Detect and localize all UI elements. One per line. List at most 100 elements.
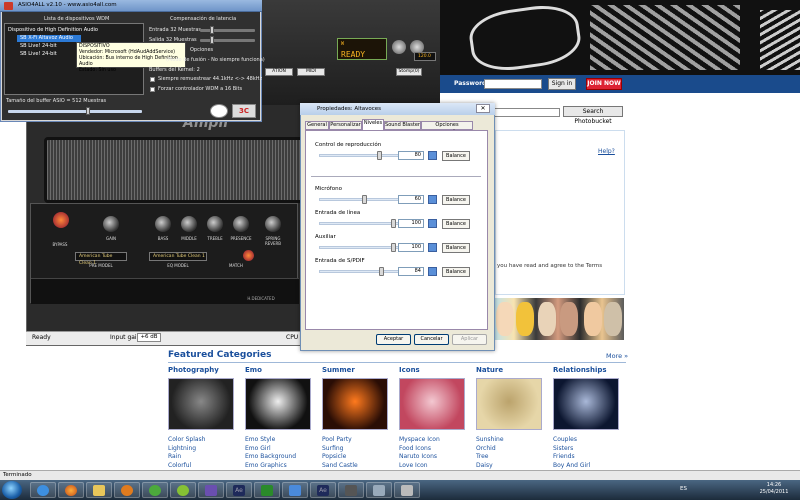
search-photobucket-button[interactable]: Search Photobucket	[563, 106, 623, 125]
category-link[interactable]: Sunshine	[476, 436, 548, 445]
category-link[interactable]: Rain	[168, 453, 240, 462]
balance-button[interactable]: Balance	[442, 151, 470, 161]
eq-model-display[interactable]: American Tube Clean 1	[149, 252, 207, 261]
device-item-4[interactable]: SB Live! 24-bit	[20, 51, 57, 57]
taskbar-window-icon[interactable]	[366, 482, 392, 498]
start-button-icon[interactable]	[2, 481, 22, 499]
taskbar-sound-icon[interactable]	[394, 482, 420, 498]
stomp-button[interactable]: Stomp(0)	[396, 68, 422, 76]
volume-slider-thumb[interactable]	[379, 267, 384, 276]
tab-midi[interactable]: MIDI	[297, 68, 325, 76]
category-link[interactable]: Color Splash	[168, 436, 240, 445]
sign-in-button[interactable]: Sign in	[548, 78, 576, 90]
taskbar-firefox-icon[interactable]	[58, 482, 84, 498]
tab-opciones-avanzadas[interactable]: Opciones avanzadas	[421, 121, 473, 135]
aceptar-button[interactable]: Aceptar	[376, 334, 411, 345]
dialog-close-icon[interactable]: ✕	[476, 104, 490, 113]
cancelar-button[interactable]: Cancelar	[414, 334, 449, 345]
volume-value-field[interactable]: 80	[398, 151, 424, 160]
treble-knob[interactable]	[207, 216, 223, 232]
category-link[interactable]: Emo Graphics	[245, 462, 317, 471]
category-title[interactable]: Nature	[476, 366, 548, 375]
tab-personalizar[interactable]: Personalizar	[329, 121, 362, 130]
help-link[interactable]: Help?	[598, 148, 615, 155]
category-link[interactable]: Orchid	[476, 445, 548, 454]
speaker-icon[interactable]	[428, 195, 437, 204]
volume-slider-thumb[interactable]	[362, 195, 367, 204]
speaker-icon[interactable]	[428, 151, 437, 160]
force-wdm-checkbox[interactable]	[150, 87, 155, 92]
category-link[interactable]: Lightning	[168, 445, 240, 454]
taskbar-folder-icon[interactable]	[86, 482, 112, 498]
more-link[interactable]: More »	[606, 352, 628, 360]
category-title[interactable]: Emo	[245, 366, 317, 375]
salida-slider-thumb[interactable]	[210, 36, 214, 44]
category-link[interactable]: Myspace Icon	[399, 436, 471, 445]
category-link[interactable]: Boy And Girl	[553, 462, 625, 471]
category-thumbnail[interactable]	[245, 378, 311, 430]
gain-knob[interactable]	[103, 216, 119, 232]
balance-button[interactable]: Balance	[442, 195, 470, 205]
device-item-3[interactable]: SB Live! 24-bit	[20, 43, 57, 49]
balance-button[interactable]: Balance	[442, 267, 470, 277]
category-link[interactable]: Tree	[476, 453, 548, 462]
taskbar-ie-icon[interactable]	[30, 482, 56, 498]
category-link[interactable]: Sand Castle	[322, 462, 394, 471]
category-thumbnail[interactable]	[322, 378, 388, 430]
pre-model-display[interactable]: American Tube Clean 1	[75, 252, 127, 266]
middle-knob[interactable]	[181, 216, 197, 232]
taskbar-media-player-icon[interactable]	[114, 482, 140, 498]
taskbar-app-icon[interactable]	[198, 482, 224, 498]
system-clock[interactable]: 14:26 25/04/2011	[748, 482, 800, 498]
category-link[interactable]: Food Icons	[399, 445, 471, 454]
spring-reverb-knob[interactable]	[265, 216, 281, 232]
tab-ation[interactable]: ATION	[265, 68, 293, 76]
category-link[interactable]: Couples	[553, 436, 625, 445]
tab-sound-blaster[interactable]: Sound Blaster	[384, 121, 421, 130]
category-thumbnail[interactable]	[168, 378, 234, 430]
category-link[interactable]: Love Icon	[399, 462, 471, 471]
category-link[interactable]: Emo Style	[245, 436, 317, 445]
category-link[interactable]: Emo Background	[245, 453, 317, 462]
speaker-icon[interactable]	[428, 267, 437, 276]
asio-settings-icon[interactable]	[210, 104, 228, 118]
category-thumbnail[interactable]	[553, 378, 619, 430]
bass-knob[interactable]	[155, 216, 171, 232]
category-link[interactable]: Emo Girl	[245, 445, 317, 454]
category-link[interactable]: Daisy	[476, 462, 548, 471]
buffer-size-slider-thumb[interactable]	[86, 107, 90, 115]
device-item-1[interactable]: Dispositivo de High Definition Audio	[8, 27, 98, 33]
taskbar-spotify-icon[interactable]	[170, 482, 196, 498]
tab-general[interactable]: General	[305, 121, 329, 130]
balance-button[interactable]: Balance	[442, 219, 470, 229]
volume-value-field[interactable]: 100	[398, 243, 424, 252]
taskbar-amp-icon[interactable]	[338, 482, 364, 498]
category-title[interactable]: Summer	[322, 366, 394, 375]
tab-niveles[interactable]: Niveles	[362, 119, 384, 130]
taskbar-ae2-icon[interactable]: Ae	[310, 482, 336, 498]
match-led-icon[interactable]	[243, 250, 254, 261]
category-link[interactable]: Pool Party	[322, 436, 394, 445]
category-link[interactable]: Popsicle	[322, 453, 394, 462]
input-gain-value[interactable]: +6 dB	[137, 333, 161, 342]
volume-value-field[interactable]: 100	[398, 219, 424, 228]
taskbar-settings-icon[interactable]	[282, 482, 308, 498]
speaker-icon[interactable]	[428, 243, 437, 252]
category-link[interactable]: Colorful	[168, 462, 240, 471]
category-thumbnail[interactable]	[399, 378, 465, 430]
bypass-led-icon[interactable]	[53, 212, 69, 228]
password-input[interactable]	[484, 79, 542, 89]
category-title[interactable]: Relationships	[553, 366, 625, 375]
device-item-2[interactable]: SB X-Fi Altavoz Audio	[20, 35, 73, 41]
volume-knob[interactable]	[392, 40, 406, 54]
speaker-icon[interactable]	[428, 219, 437, 228]
category-link[interactable]: Naruto Icons	[399, 453, 471, 462]
search-input[interactable]	[490, 108, 560, 117]
category-thumbnail[interactable]	[476, 378, 542, 430]
category-title[interactable]: Icons	[399, 366, 471, 375]
volume-slider-thumb[interactable]	[391, 219, 396, 228]
volume-slider-thumb[interactable]	[377, 151, 382, 160]
category-link[interactable]: Friends	[553, 453, 625, 462]
volume-value-field[interactable]: 84	[398, 267, 424, 276]
taskbar-messenger-icon[interactable]	[142, 482, 168, 498]
